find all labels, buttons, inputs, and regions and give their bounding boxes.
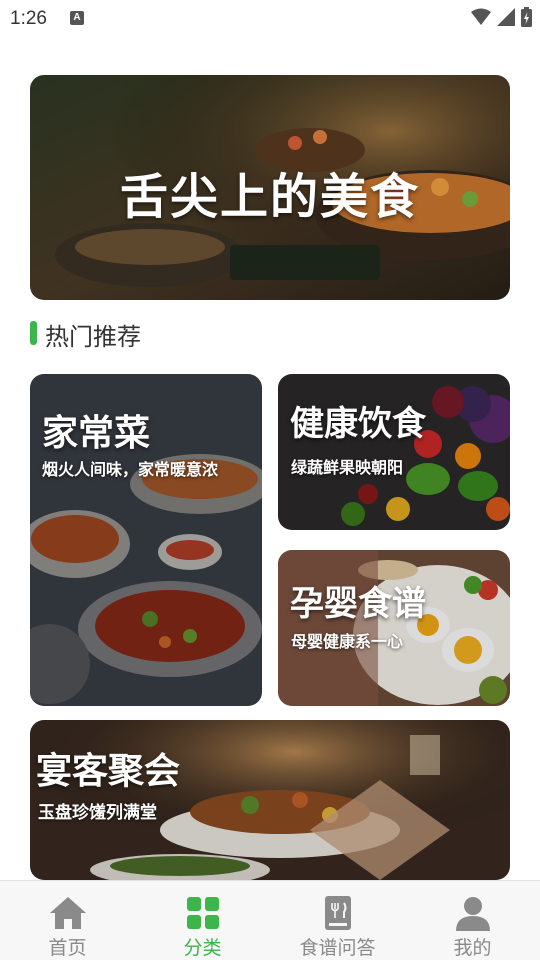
- maternal-baby-title: 孕婴食谱: [290, 584, 426, 624]
- nav-label-category: 分类: [183, 937, 222, 959]
- nav-item-home[interactable]: 首页: [0, 881, 135, 960]
- grid-icon: [186, 897, 219, 929]
- status-icons: [471, 7, 532, 27]
- banquet-subtitle: 玉盘珍馐列满堂: [38, 803, 157, 823]
- category-card-home-cooking[interactable]: 家常菜 烟火人间味，家常暖意浓: [30, 374, 262, 706]
- section-title: 热门推荐: [45, 323, 141, 351]
- bottom-nav: 首页 分类 食谱问答 我的: [0, 880, 540, 960]
- status-bar: 1:26 A: [0, 0, 540, 36]
- home-icon: [49, 897, 86, 929]
- category-card-banquet[interactable]: 宴客聚会 玉盘珍馐列满堂: [30, 720, 510, 880]
- nav-item-recipe-qa[interactable]: 食谱问答: [270, 881, 405, 960]
- nav-label-profile: 我的: [453, 937, 492, 959]
- category-card-healthy-eating[interactable]: 健康饮食 绿蔬鲜果映朝阳: [278, 374, 510, 530]
- person-icon: [455, 897, 490, 931]
- recipe-book-icon: [324, 896, 351, 930]
- notification-icon: A: [70, 11, 84, 25]
- nav-label-home: 首页: [48, 937, 87, 959]
- battery-charging-icon: [521, 7, 532, 27]
- banner-title: 舌尖上的美食: [119, 169, 420, 225]
- maternal-baby-subtitle: 母婴健康系一心: [291, 632, 404, 651]
- healthy-eating-title: 健康饮食: [290, 404, 426, 444]
- featured-banner[interactable]: 舌尖上的美食: [30, 75, 510, 300]
- status-time: 1:26: [10, 8, 47, 29]
- nav-item-profile[interactable]: 我的: [405, 881, 540, 960]
- home-cooking-subtitle: 烟火人间味，家常暖意浓: [42, 460, 219, 479]
- section-accent-bar: [30, 321, 37, 345]
- category-card-maternal-baby[interactable]: 孕婴食谱 母婴健康系一心: [278, 550, 510, 706]
- nav-item-category[interactable]: 分类: [135, 881, 270, 960]
- home-cooking-title: 家常菜: [42, 412, 151, 454]
- nav-label-recipe-qa: 食谱问答: [299, 937, 376, 959]
- wifi-icon: [471, 8, 491, 25]
- healthy-eating-subtitle: 绿蔬鲜果映朝阳: [291, 458, 404, 477]
- cellular-signal-icon: [497, 8, 515, 26]
- banquet-title: 宴客聚会: [36, 750, 181, 792]
